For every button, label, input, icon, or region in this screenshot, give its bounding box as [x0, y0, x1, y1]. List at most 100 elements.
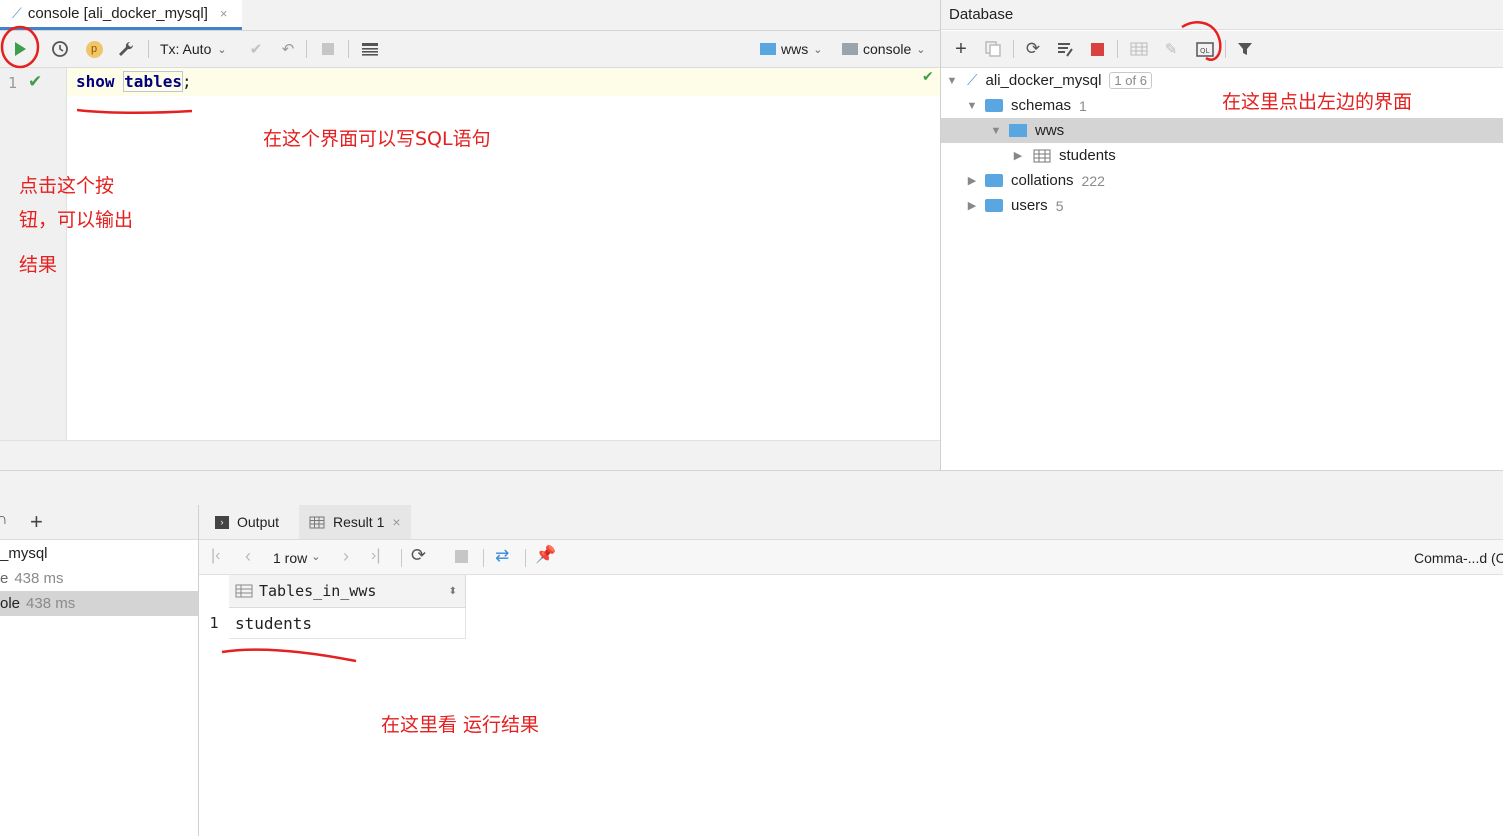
services-panel: ∩ + _mysql e 438 ms ole 438 ms — [0, 505, 199, 836]
database-tree: ▼ ⟋ ali_docker_mysql 1 of 6 ▼ schemas 1 … — [941, 68, 1503, 470]
sql-keyword-tables: tables — [123, 71, 183, 92]
history-button[interactable] — [50, 39, 70, 59]
sql-keyword: show — [76, 72, 115, 91]
annotation-click-button-line-2: 钮，可以输出 — [19, 209, 134, 231]
service-label: _mysql — [0, 545, 48, 562]
tree-node-users[interactable]: ▶ users 5 — [941, 193, 1503, 218]
duplicate-button[interactable] — [983, 39, 1003, 59]
line-number: 1 — [8, 74, 18, 92]
refresh-button[interactable]: ⟳ — [1023, 39, 1043, 59]
extractor-label[interactable]: Comma-...d (C — [1414, 550, 1503, 566]
copy-icon — [985, 41, 1001, 57]
plus-icon: + — [955, 37, 967, 60]
play-icon — [15, 42, 26, 56]
session-label: console — [863, 41, 912, 57]
row-count-dropdown[interactable]: 1 row ⌄ — [273, 550, 320, 566]
cancel-button[interactable] — [318, 39, 338, 59]
stop-icon — [1090, 42, 1104, 56]
next-page-icon[interactable]: › — [343, 546, 349, 567]
column-header[interactable]: Tables_in_wws ⬍ — [229, 575, 466, 608]
commit-button[interactable]: ✔ — [246, 39, 266, 59]
sql-editor[interactable] — [67, 68, 940, 440]
filter-icon — [1238, 43, 1252, 55]
wrench-icon — [119, 41, 134, 56]
console-icon — [842, 43, 858, 55]
close-icon[interactable]: × — [220, 6, 228, 21]
services-toolbar: ∩ + — [0, 505, 198, 540]
schema-selector[interactable]: wws ⌄ — [760, 41, 822, 57]
users-label: users — [1011, 197, 1048, 214]
schemas-label: schemas — [1011, 97, 1072, 114]
close-icon[interactable]: × — [392, 514, 400, 530]
collapsed-caret-icon: ▶ — [1013, 150, 1023, 162]
search-icon[interactable]: ∩ — [0, 511, 8, 529]
collapsed-caret-icon: ▶ — [967, 200, 977, 212]
schema-label: wws — [781, 41, 809, 57]
stop-icon[interactable] — [455, 550, 468, 563]
table-icon — [1130, 42, 1148, 56]
reload-icon[interactable]: ⟳ — [411, 545, 426, 566]
tab-result-label: Result 1 — [333, 514, 385, 530]
chevron-down-icon: ⌄ — [916, 43, 926, 56]
table-row[interactable]: students — [229, 608, 466, 639]
schema-label: wws — [1035, 122, 1065, 139]
schema-count-badge[interactable]: 1 of 6 — [1109, 72, 1152, 89]
sql-code-line[interactable]: show tables ; — [76, 71, 192, 92]
mysql-datasource-icon: ⟋ — [967, 72, 978, 89]
sort-icon[interactable]: ⬍ — [449, 586, 457, 597]
stop-icon — [322, 43, 334, 55]
collapsed-caret-icon: ▶ — [967, 175, 977, 187]
schemas-count: 1 — [1079, 97, 1087, 114]
tree-node-collations[interactable]: ▶ collations 222 — [941, 168, 1503, 193]
service-session[interactable]: e 438 ms — [0, 566, 198, 591]
service-console[interactable]: ole 438 ms — [0, 591, 198, 616]
database-toolbar: + ⟳ ✎ QL — [941, 31, 1503, 68]
first-page-icon[interactable]: |‹ — [211, 547, 220, 565]
rollback-button[interactable]: ↶ — [278, 39, 298, 59]
explain-plan-button[interactable]: p — [84, 39, 104, 59]
table-label: students — [1059, 147, 1116, 164]
schema-settings-icon — [1058, 43, 1073, 57]
editor-tab-label: console [ali_docker_mysql] — [27, 5, 208, 22]
run-button[interactable] — [10, 39, 30, 59]
tab-result-1[interactable]: Result 1 × — [299, 505, 411, 539]
add-service-button[interactable]: + — [30, 509, 43, 535]
users-count: 5 — [1055, 197, 1064, 214]
tx-mode-dropdown[interactable]: Tx: Auto ⌄ — [160, 41, 227, 57]
table-editor-button[interactable] — [1129, 39, 1149, 59]
tab-output[interactable]: › Output — [215, 505, 279, 539]
add-button[interactable]: + — [951, 37, 971, 60]
undo-icon: ↶ — [281, 41, 295, 58]
output-layout-button[interactable] — [360, 39, 380, 59]
last-page-icon[interactable]: ›| — [371, 547, 380, 565]
editor-toolbar: p Tx: Auto ⌄ ✔ ↶ wws ⌄ console ⌄ — [0, 31, 940, 68]
current-line-highlight — [67, 68, 940, 96]
collations-label: collations — [1011, 172, 1074, 189]
tx-mode-label: Tx: Auto — [160, 41, 212, 57]
mysql-console-icon: ⟋ — [12, 5, 22, 21]
previous-page-icon[interactable]: ‹ — [245, 546, 251, 567]
settings-button[interactable] — [116, 39, 136, 59]
session-selector[interactable]: console ⌄ — [842, 41, 925, 57]
disconnect-button[interactable] — [1087, 39, 1107, 59]
annotation-click-button-line-1: 点击这个按 — [19, 175, 115, 197]
service-duration: 438 ms — [14, 570, 64, 587]
results-panel: › Output Result 1 × |‹ ‹ 1 row ⌄ › ›| ⟳ … — [199, 505, 1503, 836]
tree-node-schema-wws[interactable]: ▼ wws — [941, 118, 1503, 143]
pin-icon[interactable]: 📌 — [535, 545, 556, 565]
edit-button[interactable]: ✎ — [1161, 39, 1181, 59]
schema-settings-button[interactable] — [1055, 39, 1075, 59]
compare-icon[interactable]: ⇄ — [495, 546, 509, 566]
results-tab-bar: › Output Result 1 × — [199, 505, 1503, 540]
clock-icon — [52, 41, 68, 57]
editor-tab-console[interactable]: ⟋ console [ali_docker_mysql] × — [0, 0, 242, 30]
service-datasource[interactable]: _mysql — [0, 541, 198, 566]
sql-terminator: ; — [181, 72, 192, 91]
open-console-button[interactable]: QL — [1195, 39, 1215, 59]
svg-text:QL: QL — [1200, 47, 1210, 55]
execution-success-icon: ✔ — [28, 72, 43, 91]
filter-button[interactable] — [1235, 39, 1255, 59]
table-layout-icon — [362, 43, 378, 56]
database-panel-title: Database — [949, 6, 1014, 23]
tree-node-table-students[interactable]: ▶ students — [941, 143, 1503, 168]
